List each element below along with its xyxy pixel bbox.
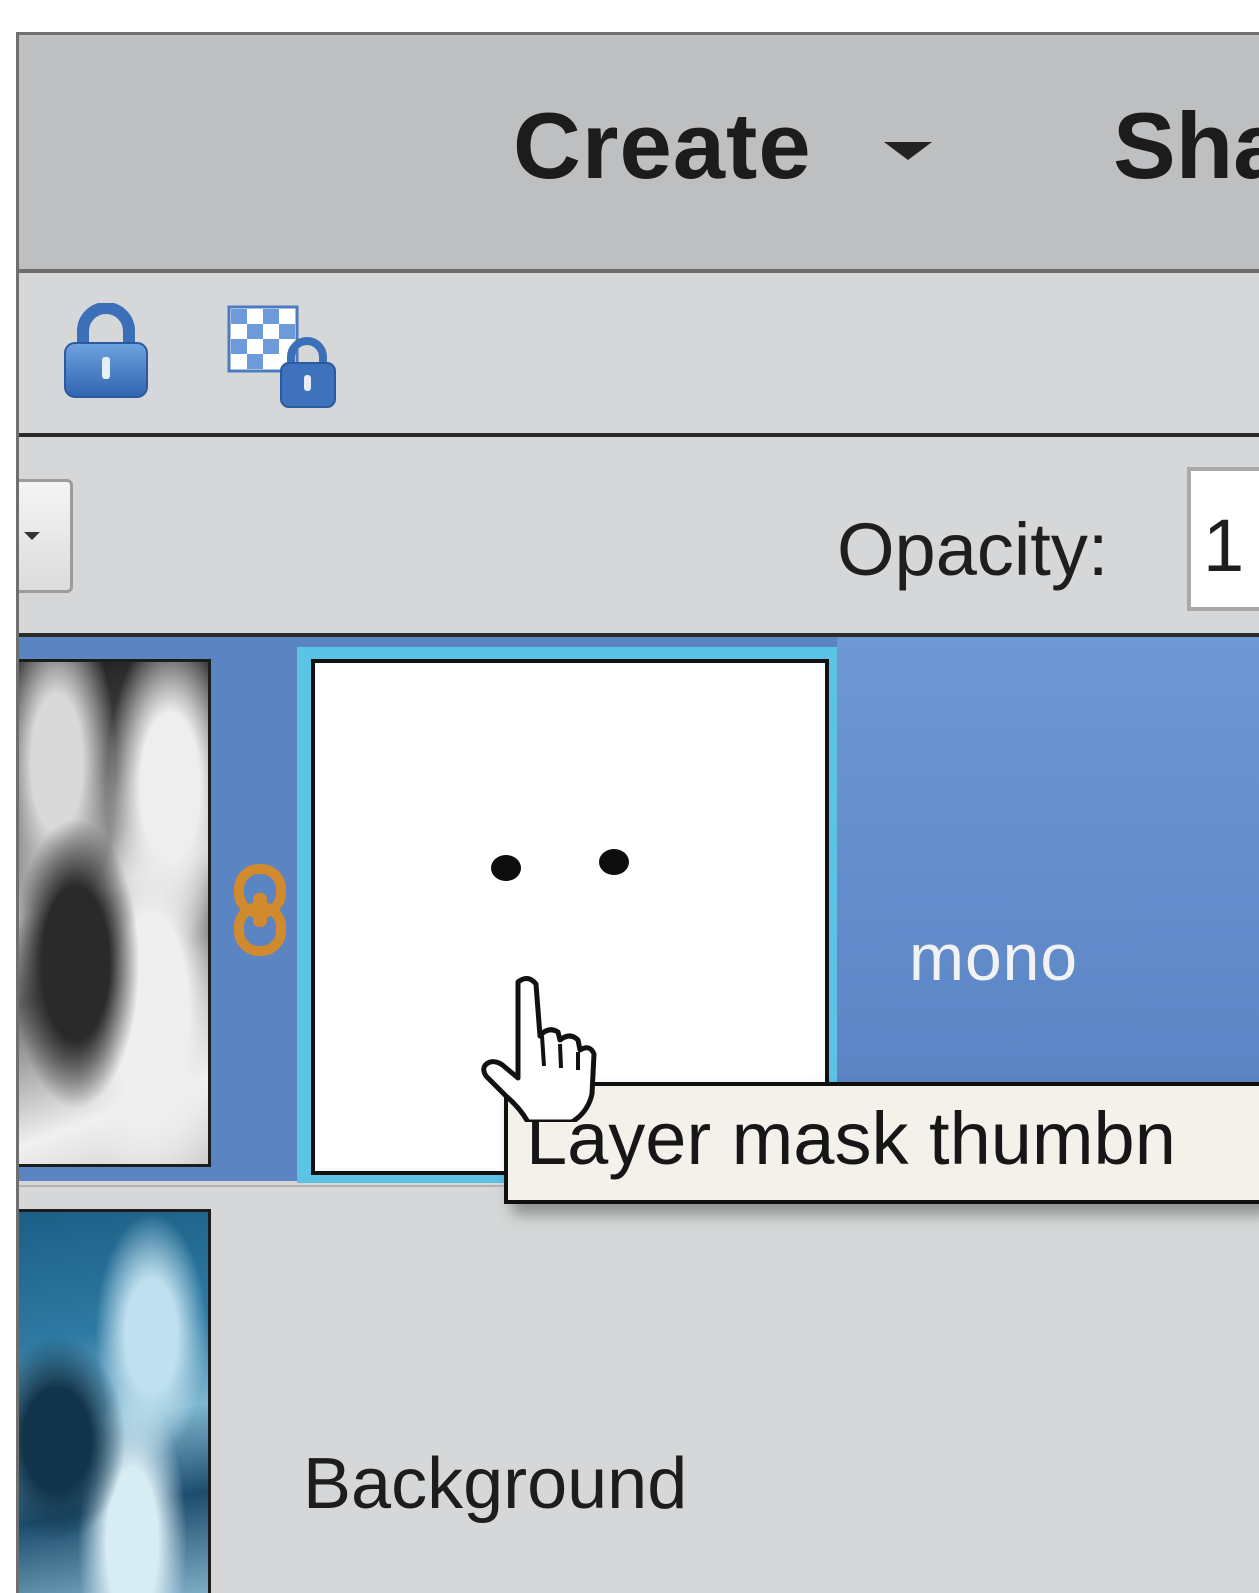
top-toolbar: Create Sha [19, 35, 1259, 273]
layers-panel: Create Sha [16, 32, 1259, 1593]
lock-toolbar [19, 273, 1259, 437]
chevron-down-icon [883, 142, 932, 160]
layer-thumbnail[interactable] [19, 659, 211, 1167]
link-icon[interactable] [233, 863, 287, 957]
mask-dot [491, 855, 521, 881]
lock-icon[interactable] [61, 303, 151, 399]
layer-options-bar: Opacity: 1 [19, 437, 1259, 637]
chevron-down-icon [24, 532, 40, 540]
hand-pointer-icon [481, 976, 597, 1122]
mask-dot [599, 849, 629, 875]
layer-thumbnail[interactable] [19, 1209, 211, 1593]
share-menu-button[interactable]: Sha [1113, 93, 1259, 198]
opacity-label: Opacity: [837, 508, 1109, 591]
layer-name[interactable]: mono [909, 919, 1078, 995]
tooltip: Layer mask thumbn [504, 1082, 1259, 1204]
blend-mode-select[interactable] [19, 479, 73, 593]
opacity-input[interactable]: 1 [1187, 467, 1259, 611]
create-menu-button[interactable]: Create [513, 93, 932, 198]
create-label: Create [513, 93, 812, 198]
lock-transparent-pixels-icon[interactable] [227, 305, 337, 409]
layer-name[interactable]: Background [303, 1443, 687, 1525]
layer-row-background[interactable]: Background [19, 1185, 1259, 1593]
